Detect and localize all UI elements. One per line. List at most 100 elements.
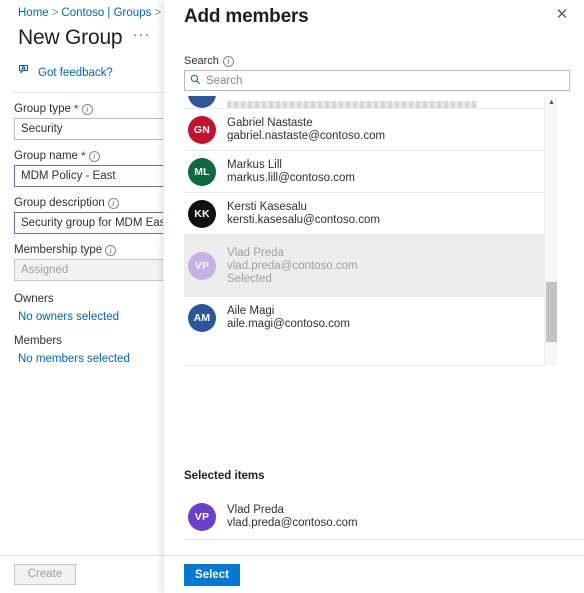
list-item[interactable]: ML Markus Lill markus.lill@contoso.com [184,150,557,192]
info-icon[interactable]: i [88,150,100,162]
field-group-description-label: Group description i [14,197,163,209]
field-label-text: Group name [14,150,78,162]
owners-section-label: Owners [14,293,54,305]
breadcrumb-item-contoso-groups[interactable]: Contoso | Groups [61,7,151,19]
avatar: VP [188,502,216,531]
list-item-text: Kersti Kasesalu kersti.kasesalu@contoso.… [227,201,380,226]
field-group-description: Group description i Security group for M… [0,187,163,234]
search-input[interactable]: Search [184,70,570,91]
breadcrumb-separator: > [154,7,162,19]
search-label-text: Search [184,55,219,67]
selected-item-text: Vlad Preda vlad.preda@contoso.com [227,504,358,529]
required-asterisk: * [80,149,86,163]
add-members-dialog: Add members ✕ Search i Search GN Gabriel… [163,0,584,593]
members-selection-link[interactable]: No members selected [0,347,163,365]
list-scrollbar[interactable]: ▲ [544,96,557,366]
page-title: New Group [18,26,123,49]
dialog-footer: Select [164,555,584,593]
person-email: markus.lill@contoso.com [227,172,355,184]
list-item-text: Gabriel Nastaste gabriel.nastaste@contos… [227,117,385,142]
members-section-label: Members [14,335,62,347]
membership-type-select[interactable]: Assigned [14,259,163,281]
field-membership-type: Membership type i Assigned [0,234,163,281]
create-button[interactable]: Create [14,564,76,585]
blade-footer: Create [0,555,163,593]
avatar-initials: AM [193,311,211,324]
search-block: Search i Search [164,34,584,91]
avatar: KK [188,199,216,228]
breadcrumb-separator: > [51,7,59,19]
person-name: Vlad Preda [227,246,284,259]
avatar-initials: ML [194,165,210,178]
avatar: ML [188,157,216,186]
person-email: vlad.preda@contoso.com [227,517,358,529]
avatar: VP [188,251,216,280]
list-item[interactable]: AM Aile Magi aile.magi@contoso.com [184,296,557,338]
list-item-text: Aile Magi aile.magi@contoso.com [227,305,350,330]
list-item[interactable]: KK Kersti Kasesalu kersti.kasesalu@conto… [184,192,557,234]
search-label: Search i [184,55,570,67]
field-group-name: Group name * i MDM Policy - East [0,140,163,187]
person-name: Kersti Kasesalu [227,201,307,213]
search-icon [190,72,201,90]
list-item-text: Markus Lill markus.lill@contoso.com [227,159,355,184]
dialog-header: Add members ✕ [164,0,584,34]
person-name: Markus Lill [227,159,282,171]
selected-item-info: VP Vlad Preda vlad.preda@contoso.com [188,502,358,531]
info-icon[interactable]: i [81,103,93,115]
search-placeholder: Search [206,74,243,87]
field-label-text: Group type [14,103,71,115]
field-group-type: Group type * i Security [0,93,163,140]
scroll-up-icon[interactable]: ▲ [545,96,558,109]
info-icon[interactable]: i [105,244,117,256]
close-icon[interactable]: ✕ [550,3,574,27]
info-icon[interactable]: i [222,55,234,67]
group-name-input[interactable]: MDM Policy - East [14,165,163,187]
person-selected-state: Selected [227,272,272,285]
selected-items-label: Selected items [184,470,265,482]
breadcrumb: Home>Contoso | Groups>Gr [0,0,163,21]
feedback-icon [18,64,32,82]
group-type-select[interactable]: Security [14,118,163,140]
selected-item-row: VP Vlad Preda vlad.preda@contoso.com Rem… [184,494,584,540]
got-feedback-button[interactable]: Got feedback? [0,50,163,82]
avatar-initials: GN [193,123,211,136]
field-label-text: Membership type [14,244,103,256]
avatar-initials: KK [194,207,210,220]
field-label-text: Group description [14,197,105,209]
list-item-text: Vlad Preda vlad.preda@contoso.com Select… [227,247,358,285]
required-asterisk: * [73,102,79,116]
list-item[interactable]: GN Gabriel Nastaste gabriel.nastaste@con… [184,108,557,150]
breadcrumb-item-home[interactable]: Home [18,7,49,19]
person-name: Vlad Preda [227,504,284,516]
person-name: Aile Magi [227,305,275,317]
avatar: AM [188,303,216,332]
new-group-blade: Home>Contoso | Groups>Gr New Group ··· G… [0,0,163,593]
person-email: kersti.kasesalu@contoso.com [227,214,380,226]
avatar-initials: VP [194,259,210,272]
got-feedback-label: Got feedback? [38,67,113,79]
person-email: vlad.preda@contoso.com [227,259,358,272]
list-item[interactable] [184,96,557,108]
people-list: GN Gabriel Nastaste gabriel.nastaste@con… [184,96,571,366]
field-group-type-label: Group type * i [14,103,163,115]
avatar [188,96,216,108]
field-group-name-label: Group name * i [14,150,163,162]
person-name: Gabriel Nastaste [227,117,313,129]
avatar: GN [188,115,216,144]
field-membership-type-label: Membership type i [14,244,163,256]
scrollbar-thumb[interactable] [546,282,557,342]
blade-title-row: New Group ··· [0,21,163,50]
people-list-scroll: GN Gabriel Nastaste gabriel.nastaste@con… [184,96,557,366]
list-item-selected[interactable]: VP Vlad Preda vlad.preda@contoso.com Sel… [184,234,557,296]
person-email: aile.magi@contoso.com [227,318,350,330]
select-button[interactable]: Select [184,564,240,586]
more-options-icon[interactable]: ··· [132,27,150,46]
owners-selection-link[interactable]: No owners selected [0,305,163,323]
dialog-title: Add members [184,6,309,27]
person-email: gabriel.nastaste@contoso.com [227,130,386,142]
avatar-initials: VP [194,510,210,523]
app-root: Home>Contoso | Groups>Gr New Group ··· G… [0,0,584,593]
info-icon[interactable]: i [107,197,119,209]
group-description-input[interactable]: Security group for MDM East [14,212,163,234]
